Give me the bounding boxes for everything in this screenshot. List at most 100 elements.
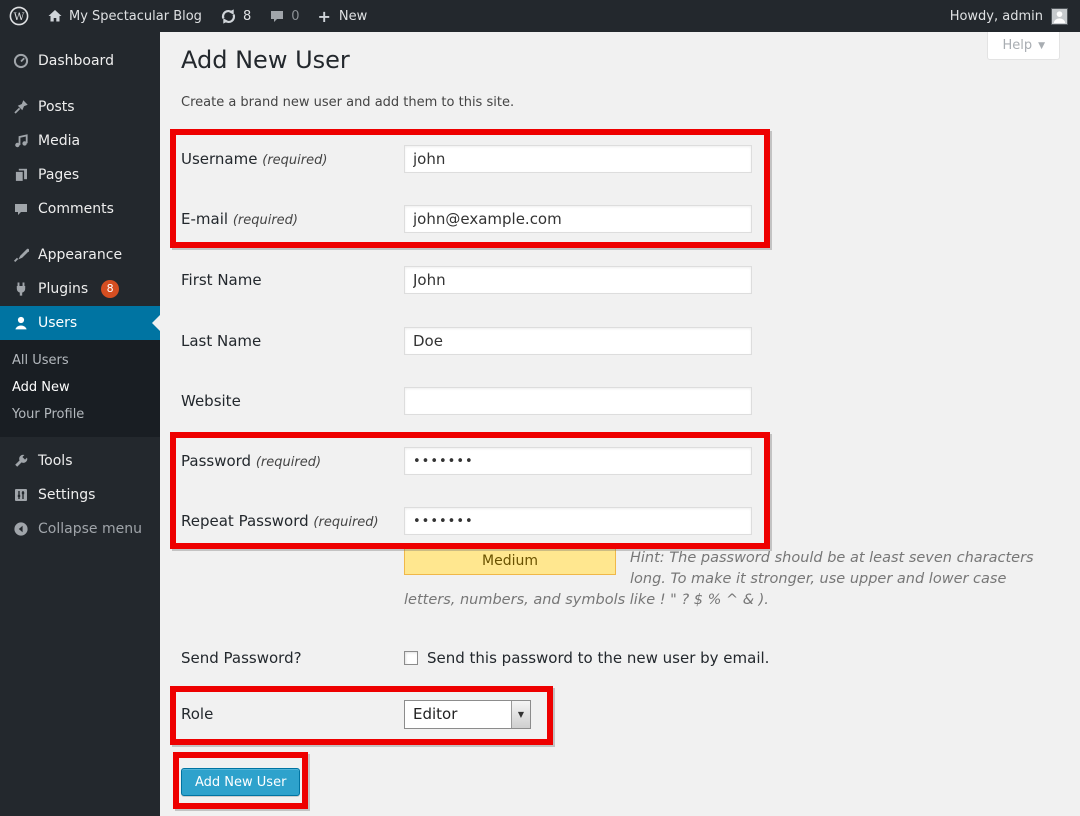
plugin-icon [12,281,29,297]
home-icon [47,8,63,24]
wordpress-admin-screen: W My Spectacular Blog 8 0 [0,0,1080,816]
sidebar-item-label: Plugins [38,281,88,297]
site-name-menu[interactable]: My Spectacular Blog [38,0,211,32]
sidebar-item-tools[interactable]: Tools [0,444,160,478]
username-row: Username (required) [181,145,1041,173]
username-label: Username (required) [181,150,404,168]
admin-bar: W My Spectacular Blog 8 0 [0,0,1080,32]
website-label: Website [181,392,404,410]
new-content-menu[interactable]: + New [309,0,377,32]
comments-menu[interactable]: 0 [260,0,308,32]
sidebar-item-label: Comments [38,201,114,217]
sidebar-item-settings[interactable]: Settings [0,478,160,512]
sidebar-item-plugins[interactable]: Plugins 8 [0,272,160,306]
role-label: Role [181,705,404,723]
first-name-row: First Name [181,266,1041,294]
help-button[interactable]: Help ▼ [987,32,1060,60]
select-dropdown-arrow-icon[interactable]: ▼ [511,701,530,728]
admin-sidebar: Dashboard Posts Media Pages Comments [0,32,160,816]
last-name-input[interactable] [404,327,752,355]
media-icon [12,133,29,149]
page-title: Add New User [181,46,350,74]
sidebar-item-media[interactable]: Media [0,124,160,158]
sidebar-item-label: Tools [38,453,73,469]
website-input[interactable] [404,387,752,415]
updates-icon [220,8,237,25]
sidebar-item-label: Dashboard [38,53,114,69]
wordpress-logo-menu[interactable]: W [0,0,38,32]
send-password-label: Send Password? [181,649,404,667]
sliders-icon [12,487,29,503]
last-name-label: Last Name [181,332,404,350]
users-submenu: All Users Add New Your Profile [0,340,160,437]
required-note: (required) [313,515,378,530]
sidebar-separator [0,78,160,90]
send-password-checkbox-label: Send this password to the new user by em… [427,649,769,667]
sidebar-item-label: Pages [38,167,79,183]
password-meta: Medium Hint: The password should be at l… [404,548,1036,611]
password-row: Password (required) [181,447,1041,475]
pushpin-icon [12,99,29,115]
comments-count: 0 [291,9,299,24]
sidebar-item-appearance[interactable]: Appearance [0,238,160,272]
repeat-password-row: Repeat Password (required) [181,507,1041,535]
send-password-row: Send Password? Send this password to the… [181,644,1041,672]
sidebar-item-dashboard[interactable]: Dashboard [0,44,160,78]
email-row: E-mail (required) [181,205,1041,233]
first-name-label: First Name [181,271,404,289]
new-label: New [339,9,367,24]
submenu-item-your-profile[interactable]: Your Profile [0,401,160,428]
pages-icon [12,167,29,183]
submenu-item-add-new[interactable]: Add New [0,374,160,401]
dashboard-icon [12,53,29,69]
sidebar-item-comments[interactable]: Comments [0,192,160,226]
page-subtitle: Create a brand new user and add them to … [181,95,514,110]
sidebar-item-posts[interactable]: Posts [0,90,160,124]
chevron-down-icon: ▼ [1038,41,1045,51]
role-select[interactable]: Editor ▼ [404,700,531,729]
password-strength-indicator: Medium [404,548,616,575]
password-input[interactable] [404,447,752,475]
avatar[interactable] [1051,8,1068,25]
updates-menu[interactable]: 8 [211,0,260,32]
help-label: Help [1002,38,1032,53]
username-input[interactable] [404,145,752,173]
last-name-row: Last Name [181,327,1041,355]
email-input[interactable] [404,205,752,233]
sidebar-item-pages[interactable]: Pages [0,158,160,192]
svg-text:W: W [14,11,25,23]
send-password-checkbox[interactable] [404,651,418,665]
first-name-input[interactable] [404,266,752,294]
wrench-icon [12,453,29,469]
updates-count: 8 [243,9,251,24]
sidebar-item-label: Media [38,133,80,149]
required-note: (required) [262,153,327,168]
sidebar-separator [0,226,160,238]
plus-icon: + [318,7,331,26]
role-row: Role Editor ▼ [181,700,1041,728]
sidebar-item-users[interactable]: Users [0,306,160,340]
required-note: (required) [233,213,298,228]
repeat-password-label: Repeat Password (required) [181,512,404,530]
role-selected-value: Editor [405,701,511,728]
password-label: Password (required) [181,452,404,470]
sidebar-item-label: Collapse menu [38,521,142,537]
sidebar-item-label: Posts [38,99,75,115]
comment-bubble-icon [269,8,285,24]
user-icon [12,315,29,331]
sidebar-item-label: Settings [38,487,95,503]
sidebar-item-label: Users [38,315,77,331]
submenu-item-all-users[interactable]: All Users [0,347,160,374]
repeat-password-input[interactable] [404,507,752,535]
collapse-arrow-icon [12,521,29,537]
plugins-update-badge: 8 [101,280,119,298]
howdy-admin-menu[interactable]: Howdy, admin [950,9,1043,24]
wordpress-logo-icon: W [9,6,29,26]
email-label: E-mail (required) [181,210,404,228]
sidebar-item-label: Appearance [38,247,122,263]
paintbrush-icon [12,247,29,263]
sidebar-item-collapse-menu[interactable]: Collapse menu [0,512,160,546]
add-new-user-page: Add New User Create a brand new user and… [160,32,1080,816]
add-new-user-button[interactable]: Add New User [181,768,300,796]
website-row: Website [181,387,1041,415]
